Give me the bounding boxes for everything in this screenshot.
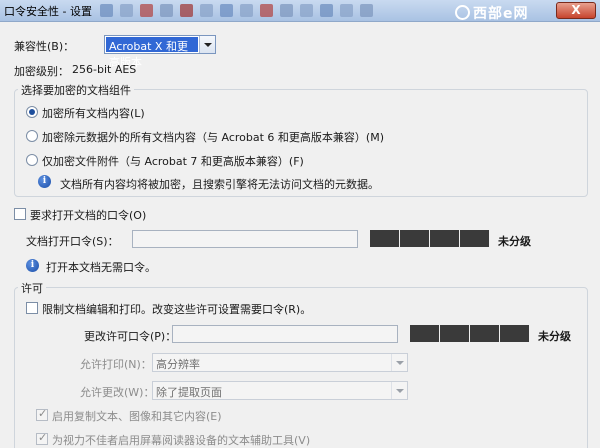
enable-copy-checkbox[interactable] (36, 407, 48, 421)
components-info-text: 文档所有内容均将被加密，且搜索引擎将无法访问文档的元数据。 (60, 178, 379, 191)
require-open-password-label[interactable]: 要求打开文档的口令(O) (30, 207, 146, 223)
open-password-strength-meter (370, 230, 489, 247)
app-icon (180, 4, 193, 17)
app-icon (340, 4, 353, 17)
compat-label: 兼容性(B)： (14, 40, 75, 53)
radio-encrypt-attachments-label[interactable]: 仅加密文件附件（与 Acrobat 7 和更高版本兼容）(F) (42, 153, 304, 169)
change-password-strength-text: 未分级 (538, 330, 571, 343)
watermark-logo-icon (455, 5, 470, 20)
radio-encrypt-except-metadata-label[interactable]: 加密除元数据外的所有文档内容（与 Acrobat 6 和更高版本兼容）(M) (42, 129, 384, 145)
app-icon (320, 4, 333, 17)
radio-encrypt-attachments[interactable] (26, 154, 38, 166)
require-open-password-checkbox[interactable] (14, 208, 26, 220)
changes-selected-value: 除了提取页面 (156, 386, 222, 399)
strength-segment (370, 230, 399, 247)
app-icon (240, 4, 253, 17)
encryption-value: 256-bit AES (72, 63, 137, 76)
close-button[interactable]: X (556, 2, 596, 19)
print-selected-value: 高分辨率 (156, 358, 200, 371)
radio-encrypt-except-metadata[interactable] (26, 130, 38, 142)
info-icon: i (26, 259, 39, 272)
strength-segment (470, 325, 499, 342)
strength-segment (410, 325, 439, 342)
strength-segment (400, 230, 429, 247)
app-icon (160, 4, 173, 17)
restrict-editing-label[interactable]: 限制文档编辑和打印。改变这些许可设置需要口令(R)。 (42, 301, 311, 317)
strength-segment (500, 325, 529, 342)
strength-segment (430, 230, 459, 247)
app-icon (100, 4, 113, 17)
encryption-label: 加密级别： (14, 65, 69, 78)
strength-segment (440, 325, 469, 342)
window-title: 口令安全性 - 设置 (4, 5, 92, 18)
compat-select[interactable]: Acrobat X 和更高版本 (104, 35, 216, 69)
taskbar-icons (100, 4, 373, 17)
change-password-strength-meter (410, 325, 529, 342)
compat-selected-value: Acrobat X 和更高版本 (106, 37, 198, 69)
info-icon: i (38, 175, 51, 188)
app-icon (280, 4, 293, 17)
chevron-down-icon[interactable] (199, 36, 215, 53)
change-password-input[interactable] (172, 325, 398, 343)
app-icon (200, 4, 213, 17)
app-icon (260, 4, 273, 17)
chevron-down-icon[interactable] (391, 382, 407, 399)
radio-encrypt-all-label[interactable]: 加密所有文档内容(L) (42, 105, 145, 121)
open-password-label: 文档打开口令(S)： (26, 235, 119, 248)
radio-encrypt-all[interactable] (26, 106, 38, 118)
watermark-text: 西部e网 (473, 6, 529, 22)
change-password-label: 更改许可口令(P)： (84, 330, 177, 343)
print-select[interactable]: 高分辨率 (152, 353, 408, 372)
app-icon (220, 4, 233, 17)
enable-copy-label[interactable]: 启用复制文本、图像和其它内容(E) (52, 408, 222, 424)
app-icon (140, 4, 153, 17)
watermark: 西部e网 (455, 3, 529, 23)
strength-segment (460, 230, 489, 247)
enable-accessibility-checkbox[interactable] (36, 431, 48, 445)
app-icon (360, 4, 373, 17)
print-label: 允许打印(N)： (80, 358, 152, 371)
chevron-down-icon[interactable] (391, 354, 407, 371)
components-legend: 选择要加密的文档组件 (18, 82, 134, 98)
changes-label: 允许更改(W)： (80, 386, 155, 399)
open-password-strength-text: 未分级 (498, 235, 531, 248)
permissions-legend: 许可 (18, 280, 46, 296)
app-icon (300, 4, 313, 17)
app-icon (120, 4, 133, 17)
open-password-info-text: 打开本文档无需口令。 (46, 261, 156, 274)
restrict-editing-checkbox[interactable] (26, 302, 38, 314)
open-password-input[interactable] (132, 230, 358, 248)
title-bar: 口令安全性 - 设置 西部e网 X (0, 0, 600, 22)
changes-select[interactable]: 除了提取页面 (152, 381, 408, 400)
enable-accessibility-label[interactable]: 为视力不佳者启用屏幕阅读器设备的文本辅助工具(V) (52, 432, 310, 448)
